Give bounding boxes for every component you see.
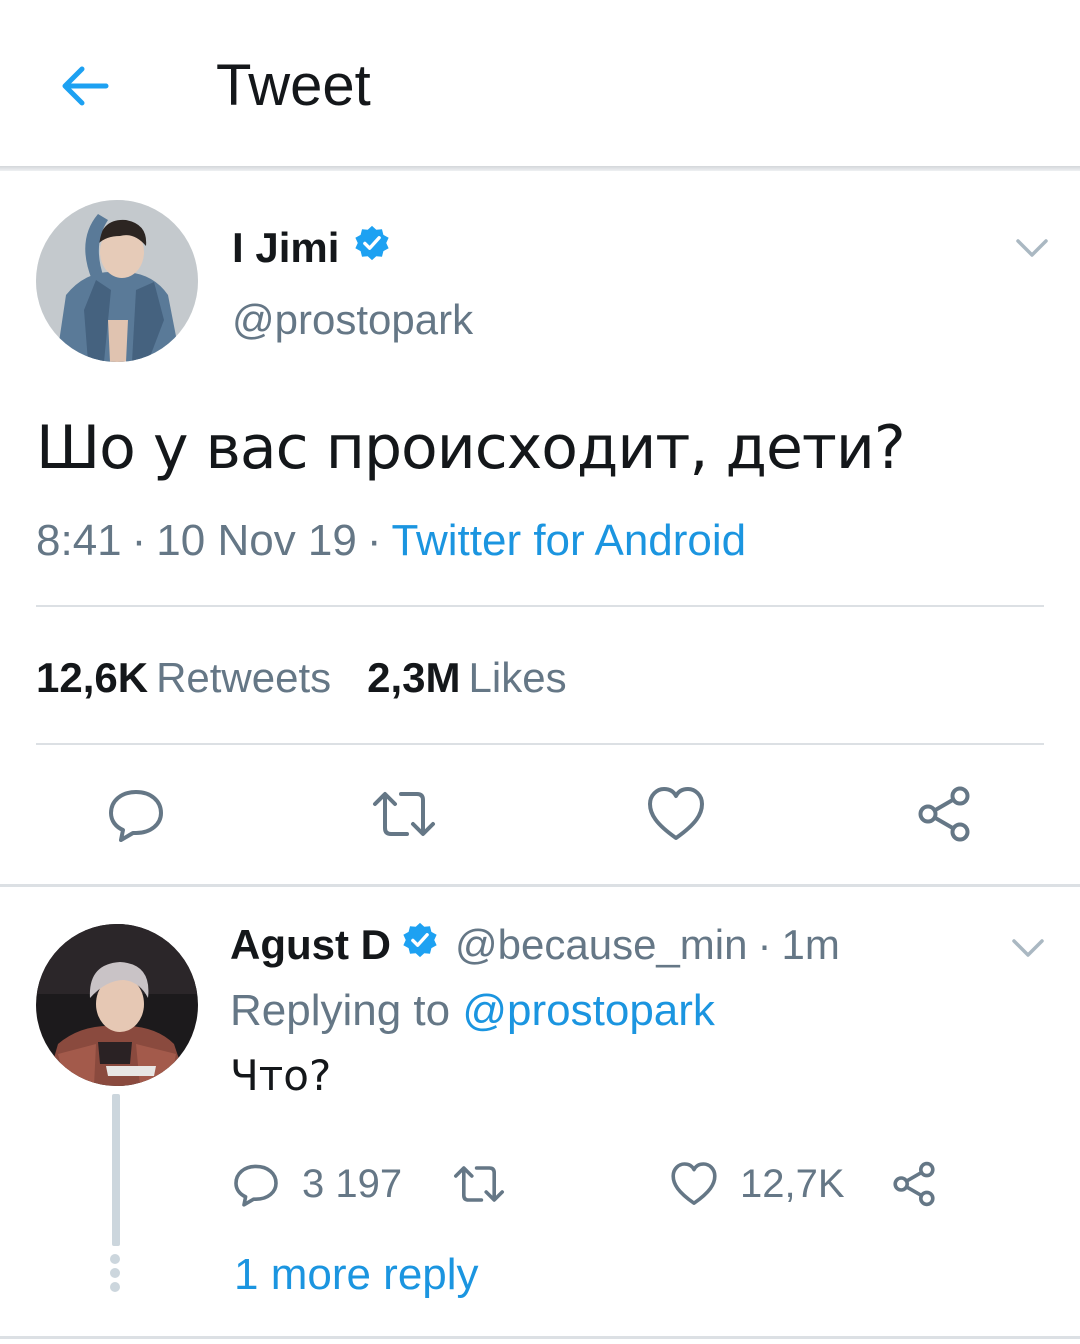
retweet-icon <box>454 1166 505 1202</box>
thread-dot <box>110 1254 120 1264</box>
reply-author-avatar[interactable] <box>36 924 198 1086</box>
reply-button[interactable] <box>100 778 172 850</box>
reply-like-button[interactable]: 12,7K <box>670 1156 845 1212</box>
likes-label: Likes <box>468 654 567 701</box>
like-icon <box>648 787 704 840</box>
tweet-date: 10 Nov 19 <box>156 516 357 565</box>
share-button[interactable] <box>908 778 980 850</box>
thread-dot <box>110 1268 120 1278</box>
reply-author-name[interactable]: Agust D <box>230 918 391 972</box>
replying-to-mention[interactable]: @prostopark <box>462 986 715 1035</box>
author-avatar-image <box>36 200 198 362</box>
reply-text: Что? <box>230 1051 332 1100</box>
author-avatar[interactable] <box>36 200 198 362</box>
meta-separator: · <box>366 516 382 565</box>
tweet-text: Шо у вас происходит, дети? <box>36 413 906 483</box>
reply-separator: · <box>757 921 772 968</box>
reply-reply-count: 3 197 <box>302 1161 403 1206</box>
reply-header: Agust D @because_min · 1m <box>230 918 840 972</box>
tweet-metadata: 8:41 · 10 Nov 19 · Twitter for Android <box>36 514 746 568</box>
share-icon <box>918 786 970 842</box>
divider <box>36 743 1044 745</box>
arrow-left-icon <box>62 66 109 106</box>
back-button[interactable] <box>52 54 116 118</box>
chevron-down-icon <box>1016 239 1048 257</box>
header-divider <box>0 166 1080 171</box>
retweets-stat[interactable]: 12,6K Retweets <box>36 654 331 701</box>
reply-avatar-image <box>36 924 198 1086</box>
author-handle[interactable]: @prostopark <box>232 294 473 346</box>
reply-icon <box>109 790 163 842</box>
chevron-down-icon <box>1012 939 1044 957</box>
meta-separator: · <box>131 516 147 565</box>
section-divider <box>0 884 1080 887</box>
top-app-bar: Tweet <box>0 0 1080 168</box>
replying-to-line: Replying to @prostopark <box>230 984 715 1038</box>
divider <box>36 605 1044 607</box>
reply-time: 1m <box>781 921 840 968</box>
verified-badge-icon <box>401 918 439 972</box>
reply-options-button[interactable] <box>1004 924 1052 972</box>
bottom-divider <box>0 1336 1080 1339</box>
page-title: Tweet <box>216 53 371 118</box>
tweet-options-button[interactable] <box>1008 224 1056 272</box>
like-button[interactable] <box>640 778 712 850</box>
retweet-icon <box>373 792 435 836</box>
thread-connector-line <box>112 1094 120 1246</box>
author-name-text: I Jimi <box>232 224 340 271</box>
more-replies-link[interactable]: 1 more reply <box>234 1248 479 1302</box>
thread-dot <box>110 1282 120 1292</box>
like-icon <box>671 1162 717 1205</box>
tweet-stats: 12,6K Retweets 2,3M Likes <box>36 652 567 704</box>
reply-author-handle[interactable]: @because_min <box>455 918 747 972</box>
reply-share-button[interactable] <box>890 1156 938 1212</box>
verified-badge-icon <box>353 222 391 274</box>
tweet-time: 8:41 <box>36 516 122 565</box>
reply-icon <box>234 1164 278 1207</box>
share-icon <box>893 1161 935 1207</box>
author-display-name[interactable]: I Jimi <box>232 222 391 274</box>
retweets-label: Retweets <box>156 654 332 701</box>
reply-reply-button[interactable]: 3 197 <box>232 1156 402 1212</box>
retweet-button[interactable] <box>368 778 440 850</box>
tweet-source-link[interactable]: Twitter for Android <box>392 516 747 565</box>
likes-stat[interactable]: 2,3M Likes <box>367 654 566 701</box>
likes-count: 2,3M <box>367 654 461 701</box>
replying-to-prefix: Replying to <box>230 986 451 1035</box>
reply-retweet-button[interactable] <box>452 1156 506 1212</box>
retweets-count: 12,6K <box>36 654 149 701</box>
reply-like-count: 12,7K <box>740 1161 845 1206</box>
